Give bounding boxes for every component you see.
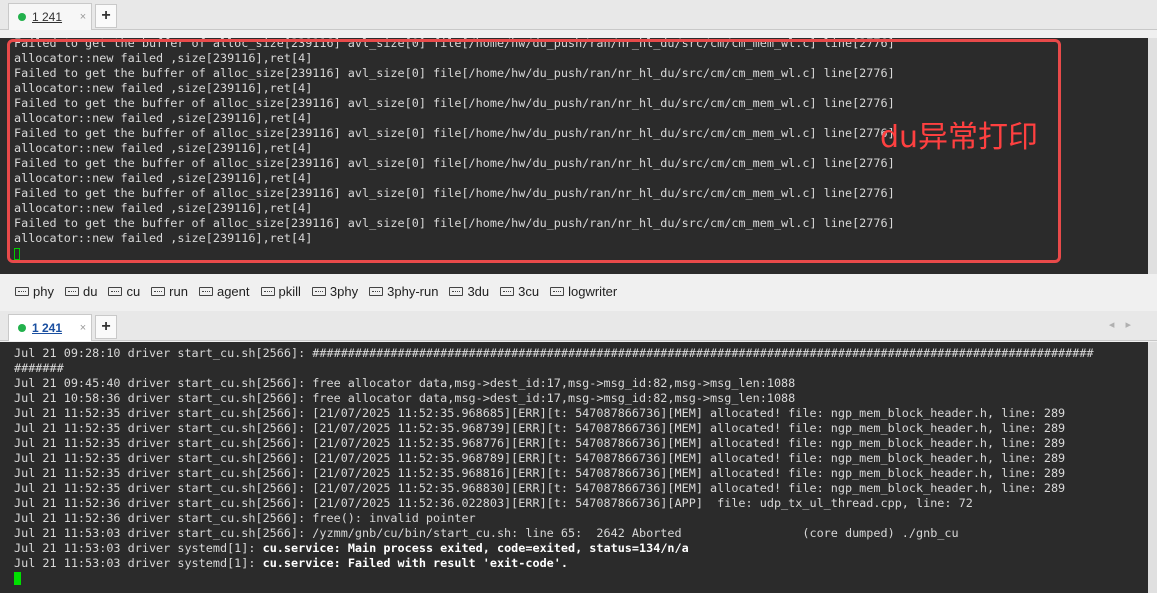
top-terminal[interactable]: Failed to get the buffer of alloc_size[2… <box>0 38 1157 274</box>
bottom-tab-bar: 1 241 × + ◂ ▸ <box>0 311 1157 341</box>
log-line: Failed to get the buffer of alloc_size[2… <box>14 66 895 80</box>
quick-command-pkill[interactable]: pkill <box>260 284 301 299</box>
connected-status-icon <box>18 324 26 332</box>
keyboard-icon <box>64 287 79 296</box>
quick-command-3cu[interactable]: 3cu <box>500 284 539 299</box>
log-line-systemd: Jul 21 11:53:03 driver systemd[1]: cu.se… <box>14 556 568 570</box>
scrollbar[interactable] <box>1148 38 1157 274</box>
tab-label: 1 241 <box>32 10 63 24</box>
log-line: Failed to get the buffer of alloc_size[2… <box>14 156 895 170</box>
log-line: Jul 21 11:52:35 driver start_cu.sh[2566]… <box>14 451 1066 465</box>
quick-command-3phy[interactable]: 3phy <box>311 284 358 299</box>
quick-command-3du[interactable]: 3du <box>449 284 489 299</box>
quick-command-du[interactable]: du <box>64 284 97 299</box>
log-line: allocator::new failed ,size[239116],ret[… <box>14 171 313 185</box>
terminal-cursor-line <box>0 246 1157 261</box>
keyboard-icon <box>108 287 123 296</box>
keyboard-icon <box>260 287 275 296</box>
log-line: Jul 21 11:52:35 driver start_cu.sh[2566]… <box>14 481 1066 495</box>
scrollbar[interactable] <box>1148 342 1157 593</box>
log-line: allocator::new failed ,size[239116],ret[… <box>14 81 313 95</box>
cursor-icon <box>14 572 21 585</box>
log-line: ####### <box>14 361 64 375</box>
quick-command-cu[interactable]: cu <box>108 284 140 299</box>
keyboard-icon <box>311 287 326 296</box>
keyboard-icon <box>369 287 384 296</box>
log-line: Jul 21 11:53:03 driver start_cu.sh[2566]… <box>14 526 959 540</box>
add-tab-button[interactable]: + <box>95 4 117 28</box>
log-line: Failed to get the buffer of alloc_size[2… <box>14 216 895 230</box>
keyboard-icon <box>550 287 565 296</box>
log-line: Jul 21 11:52:35 driver start_cu.sh[2566]… <box>14 421 1066 435</box>
log-line: Jul 21 11:52:35 driver start_cu.sh[2566]… <box>14 406 1066 420</box>
log-line: Jul 21 11:52:35 driver start_cu.sh[2566]… <box>14 436 1066 450</box>
tab-session-top[interactable]: 1 241 × <box>8 3 92 30</box>
connected-status-icon <box>18 13 26 21</box>
quick-command-run[interactable]: run <box>151 284 188 299</box>
log-line: Failed to get the buffer of alloc_size[2… <box>14 38 895 50</box>
keyboard-icon <box>15 287 29 296</box>
log-line: Jul 21 11:52:36 driver start_cu.sh[2566]… <box>14 511 476 525</box>
keyboard-icon <box>198 287 213 296</box>
bottom-terminal[interactable]: Jul 21 09:28:10 driver start_cu.sh[2566]… <box>0 342 1157 593</box>
keyboard-icon <box>500 287 515 296</box>
add-tab-button[interactable]: + <box>95 315 117 339</box>
log-line: Jul 21 09:28:10 driver start_cu.sh[2566]… <box>14 346 1094 360</box>
quick-command-phy[interactable]: phy <box>15 284 54 299</box>
quick-command-3phy-run[interactable]: 3phy-run <box>369 284 438 299</box>
log-line: Jul 21 11:52:36 driver start_cu.sh[2566]… <box>14 496 973 510</box>
quick-command-logwriter[interactable]: logwriter <box>550 284 617 299</box>
tab-scroll-arrows-icon[interactable]: ◂ ▸ <box>1109 318 1135 331</box>
log-line: allocator::new failed ,size[239116],ret[… <box>14 231 313 245</box>
quick-command-agent[interactable]: agent <box>198 284 250 299</box>
cursor-icon <box>14 247 20 260</box>
terminal-cursor-line <box>0 571 1157 586</box>
tab-label: 1 241 <box>32 321 63 335</box>
log-line: allocator::new failed ,size[239116],ret[… <box>14 201 313 215</box>
close-tab-icon[interactable]: × <box>75 11 91 23</box>
top-tab-bar: 1 241 × + <box>0 0 1157 30</box>
quick-command-bar: phy du cu run agent pkill 3phy 3phy-run … <box>0 276 1157 307</box>
log-line: allocator::new failed ,size[239116],ret[… <box>14 51 313 65</box>
keyboard-icon <box>151 287 166 296</box>
log-line: Jul 21 11:52:35 driver start_cu.sh[2566]… <box>14 466 1066 480</box>
close-tab-icon[interactable]: × <box>75 322 91 334</box>
keyboard-icon <box>449 287 464 296</box>
log-line: Failed to get the buffer of alloc_size[2… <box>14 186 895 200</box>
log-line: Jul 21 09:45:40 driver start_cu.sh[2566]… <box>14 376 796 390</box>
annotation-label: du异常打印 <box>880 120 1039 155</box>
log-line: Failed to get the buffer of alloc_size[2… <box>14 96 895 110</box>
log-line: Jul 21 10:58:36 driver start_cu.sh[2566]… <box>14 391 796 405</box>
log-line-systemd: Jul 21 11:53:03 driver systemd[1]: cu.se… <box>14 541 689 555</box>
tab-session-bottom[interactable]: 1 241 × <box>8 314 92 341</box>
